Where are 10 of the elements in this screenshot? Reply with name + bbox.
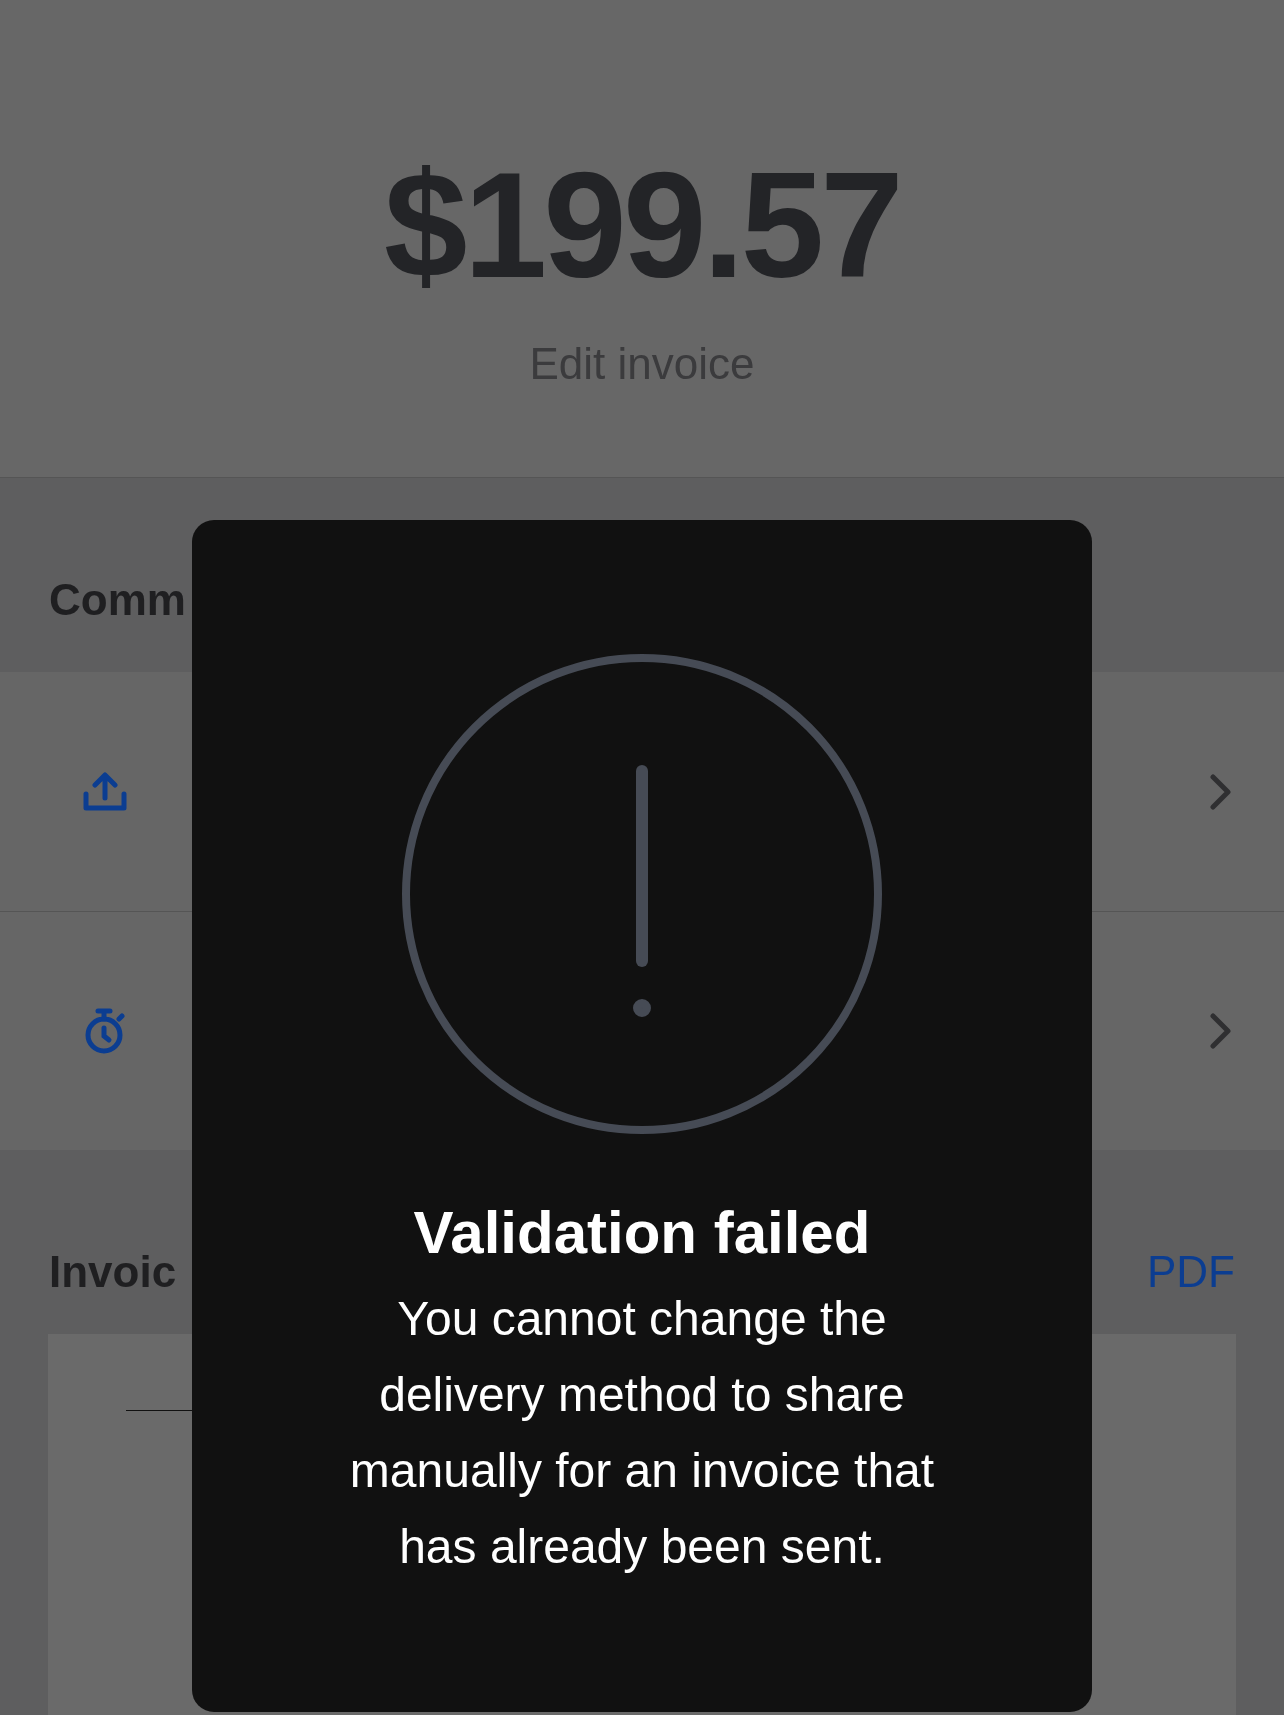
preview-pdf-link[interactable]: PDF bbox=[1147, 1250, 1235, 1294]
alert-title: Validation failed bbox=[413, 1203, 871, 1263]
upload-icon bbox=[81, 771, 128, 812]
chevron-right-icon[interactable] bbox=[1210, 1013, 1232, 1049]
section-heading: Invoic bbox=[49, 1250, 177, 1294]
invoice-amount: $199.57 bbox=[384, 150, 900, 300]
section-heading: Comm bbox=[49, 575, 186, 624]
alert-message: You cannot change the delivery method to share manually for an invoice that has already been sent. bbox=[348, 1291, 936, 1575]
exclamation-circle-icon bbox=[401, 653, 883, 1135]
chevron-right-icon[interactable] bbox=[1210, 773, 1232, 810]
